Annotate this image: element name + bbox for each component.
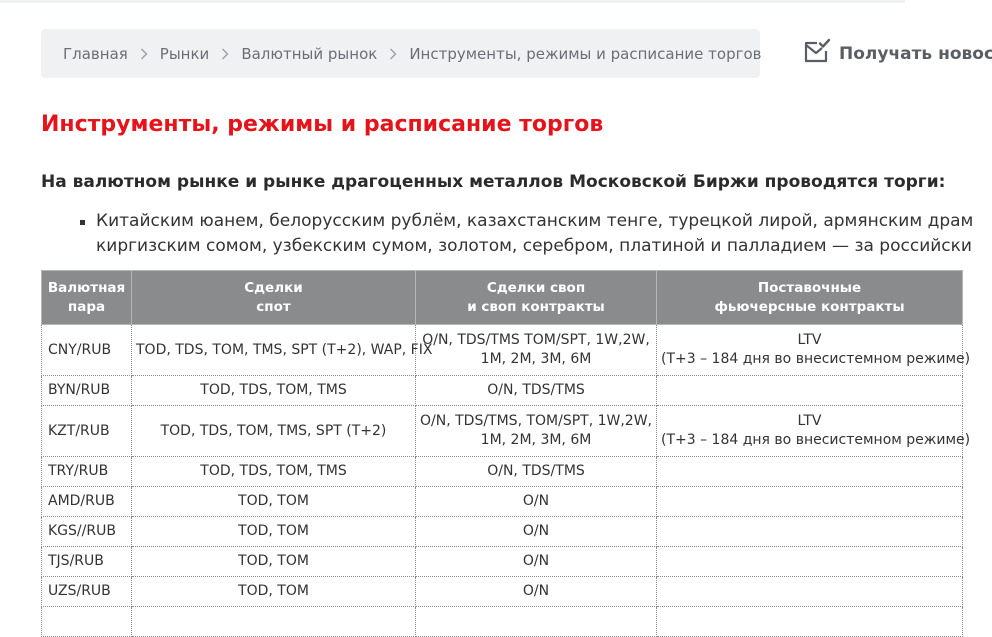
cell-line: 1M, 2M, 3M, 6M: [480, 432, 592, 448]
cell-swap: O/N: [415, 486, 657, 517]
table-row: UZS/RUB TOD, TOM O/N: [41, 576, 963, 607]
header-spot: Сделки спот: [131, 270, 416, 325]
instruments-table: Валютная пара Сделки спот Сделки своп и …: [41, 270, 971, 637]
bullet-marker: [80, 220, 85, 225]
cell-pair: TJS/RUB: [41, 546, 132, 577]
breadcrumb-item-markets[interactable]: Рынки: [160, 45, 210, 63]
chevron-right-icon: [140, 48, 148, 60]
cell-spot: [131, 606, 416, 637]
header-line: Сделки своп: [486, 279, 586, 296]
table-row: CNY/RUB TOD, TDS, TOM, TMS, SPT (T+2), W…: [41, 324, 971, 376]
cell-spot: TOD, TDS, TOM, TMS, SPT (T+2): [131, 405, 416, 457]
bullet-text: Китайским юанем, белорусским рублём, каз…: [96, 209, 973, 259]
cell-swap: [415, 606, 657, 637]
table-header-row: Валютная пара Сделки спот Сделки своп и …: [41, 270, 963, 325]
table-row: TJS/RUB TOD, TOM O/N: [41, 546, 963, 577]
mail-check-icon: [803, 38, 839, 69]
cell-futures: [656, 456, 963, 487]
table-row: KGS//RUB TOD, TOM O/N: [41, 516, 963, 547]
cell-futures: [656, 486, 963, 517]
header-line: пара: [67, 298, 106, 315]
cell-futures: LTV (T+3 – 184 дня во внесистемном режим…: [656, 405, 971, 457]
header-line: спот: [256, 298, 291, 315]
cell-line: (T+3 – 184 дня во внесистемном режиме): [661, 351, 971, 367]
page-title: Инструменты, режимы и расписание торгов: [41, 112, 604, 137]
header-currency-pair: Валютная пара: [41, 270, 132, 325]
table-row: AMD/RUB TOD, TOM O/N: [41, 486, 963, 517]
cell-line: LTV: [797, 413, 822, 429]
header-line: Сделки: [244, 279, 303, 296]
cell-swap: O/N, TDS/TMS: [415, 456, 657, 487]
chevron-right-icon: [221, 48, 229, 60]
cell-line: O/N, TDS/TMS, TOM/SPT, 1W,2W,: [420, 413, 653, 429]
cell-futures: [656, 516, 963, 547]
bullet-text-line-1: Китайским юанем, белорусским рублём, каз…: [96, 211, 974, 231]
cell-line: (T+3 – 184 дня во внесистемном режиме): [661, 432, 971, 448]
cell-swap: O/N: [415, 546, 657, 577]
cell-pair: UZS/RUB: [41, 576, 132, 607]
cell-spot: TOD, TOM: [131, 486, 416, 517]
header-swap: Сделки своп и своп контракты: [415, 270, 657, 325]
cell-spot: TOD, TOM: [131, 546, 416, 577]
table-row: [41, 606, 963, 637]
header-futures: Поставочные фьючерсные контракты: [656, 270, 963, 325]
cell-futures: [656, 576, 963, 607]
cell-swap: O/N, TDS/TMS TOM/SPT, 1W,2W, 1M, 2M, 3M,…: [415, 324, 657, 376]
breadcrumb-item-current: Инструменты, режимы и расписание торгов: [409, 44, 762, 63]
cell-swap: O/N, TDS/TMS: [415, 375, 657, 406]
cell-pair: BYN/RUB: [41, 375, 132, 406]
cell-line: O/N, TDS/TMS TOM/SPT, 1W,2W,: [422, 332, 650, 348]
cell-pair: AMD/RUB: [41, 486, 132, 517]
cell-spot: TOD, TDS, TOM, TMS: [131, 456, 416, 487]
breadcrumb-item-home[interactable]: Главная: [63, 45, 128, 63]
header-line: Валютная: [47, 279, 126, 296]
header-line: и своп контракты: [467, 298, 605, 315]
cell-spot: TOD, TOM: [131, 576, 416, 607]
cell-spot: TOD, TDS, TOM, TMS, SPT (T+2), WAP, FIX: [131, 324, 432, 376]
top-divider: [0, 0, 905, 3]
cell-spot: TOD, TDS, TOM, TMS: [131, 375, 416, 406]
table-row: KZT/RUB TOD, TDS, TOM, TMS, SPT (T+2) O/…: [41, 405, 971, 457]
table-row: BYN/RUB TOD, TDS, TOM, TMS O/N, TDS/TMS: [41, 375, 963, 406]
cell-futures: [656, 606, 963, 637]
cell-futures: [656, 375, 963, 406]
cell-pair: KGS//RUB: [41, 516, 132, 547]
cell-swap: O/N: [415, 576, 657, 607]
cell-pair: TRY/RUB: [41, 456, 132, 487]
bullet-text-line-2: киргизским сомом, узбекским сумом, золот…: [96, 236, 972, 256]
chevron-right-icon: [389, 48, 397, 60]
subscribe-label: Получать новос: [839, 43, 992, 64]
cell-swap: O/N, TDS/TMS, TOM/SPT, 1W,2W, 1M, 2M, 3M…: [415, 405, 657, 457]
subscribe-news-button[interactable]: Получать новос: [803, 38, 992, 69]
header-line: Поставочные: [757, 279, 862, 296]
cell-pair: CNY/RUB: [41, 324, 132, 376]
cell-futures: LTV (T+3 – 184 дня во внесистемном режим…: [656, 324, 971, 376]
breadcrumb: Главная Рынки Валютный рынок Инструменты…: [41, 29, 762, 78]
table-row: TRY/RUB TOD, TDS, TOM, TMS O/N, TDS/TMS: [41, 456, 963, 487]
cell-spot: TOD, TOM: [131, 516, 416, 547]
breadcrumb-item-fx-market[interactable]: Валютный рынок: [241, 45, 377, 63]
cell-line: LTV: [797, 332, 822, 348]
cell-pair: [41, 606, 132, 637]
cell-line: 1M, 2M, 3M, 6M: [480, 351, 592, 367]
cell-futures: [656, 546, 963, 577]
cell-swap: O/N: [415, 516, 657, 547]
header-line: фьючерсные контракты: [714, 298, 905, 315]
lead-text: На валютном рынке и рынке драгоценных ме…: [41, 172, 946, 192]
cell-pair: KZT/RUB: [41, 405, 132, 457]
